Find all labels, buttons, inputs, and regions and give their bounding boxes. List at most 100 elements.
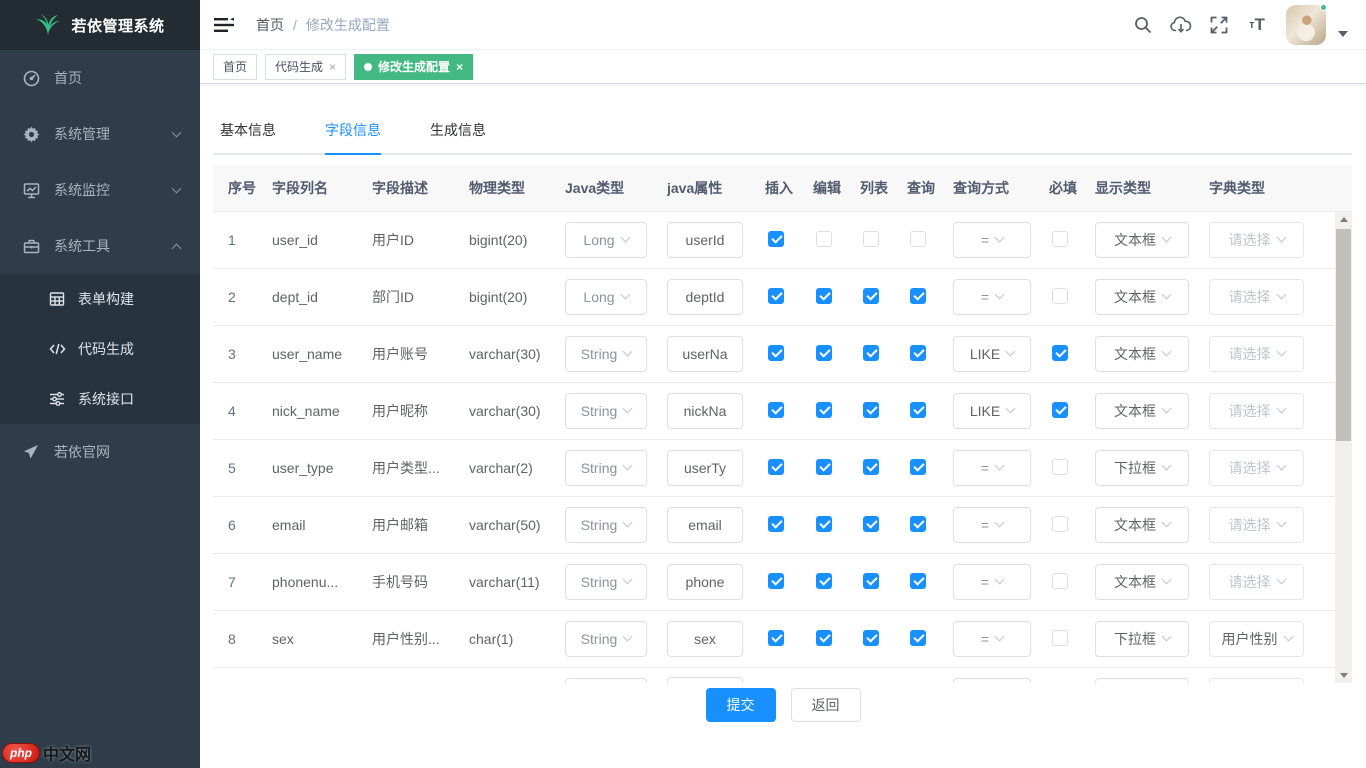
display-type-select[interactable]: 文本框	[1095, 564, 1189, 600]
display-type-select[interactable]	[1095, 678, 1189, 683]
query-type-select[interactable]: =	[953, 564, 1031, 600]
list-checkbox[interactable]	[863, 231, 879, 247]
query-checkbox[interactable]	[910, 630, 926, 646]
scrollbar-up-button[interactable]	[1335, 212, 1352, 227]
java-field-input[interactable]: deptId	[667, 279, 743, 315]
query-type-select[interactable]: =	[953, 279, 1031, 315]
font-size-icon[interactable]: тT	[1238, 0, 1276, 50]
insert-checkbox[interactable]	[768, 402, 784, 418]
cloud-download-icon[interactable]	[1162, 0, 1200, 50]
insert-checkbox[interactable]	[768, 630, 784, 646]
required-checkbox[interactable]	[1052, 630, 1068, 646]
query-type-select[interactable]: LIKE	[953, 336, 1031, 372]
query-type-select[interactable]: =	[953, 507, 1031, 543]
scrollbar-thumb[interactable]	[1336, 229, 1351, 441]
sidebar-item-home[interactable]: 首页	[0, 50, 200, 106]
sidebar-item-system-monitor[interactable]: 系统监控	[0, 162, 200, 218]
query-type-select[interactable]: =	[953, 450, 1031, 486]
display-type-select[interactable]: 文本框	[1095, 279, 1189, 315]
java-type-select[interactable]: String	[565, 393, 647, 429]
insert-checkbox[interactable]	[768, 573, 784, 589]
list-checkbox[interactable]	[863, 459, 879, 475]
insert-checkbox[interactable]	[768, 345, 784, 361]
insert-checkbox[interactable]	[768, 288, 784, 304]
java-field-input[interactable]: phone	[667, 564, 743, 600]
query-checkbox[interactable]	[910, 402, 926, 418]
dict-type-select[interactable]: 请选择	[1209, 393, 1304, 429]
tag-home[interactable]: 首页	[213, 54, 257, 80]
dict-type-select[interactable]: 请选择	[1209, 678, 1304, 683]
user-menu-caret-icon[interactable]	[1338, 31, 1348, 37]
insert-checkbox[interactable]	[768, 231, 784, 247]
sidebar-item-form-builder[interactable]: 表单构建	[0, 274, 200, 324]
query-type-select[interactable]: LIKE	[953, 393, 1031, 429]
breadcrumb-home[interactable]: 首页	[256, 15, 284, 35]
dict-type-select[interactable]: 请选择	[1209, 450, 1304, 486]
display-type-select[interactable]: 文本框	[1095, 507, 1189, 543]
edit-checkbox[interactable]	[816, 573, 832, 589]
query-type-select[interactable]	[953, 678, 1031, 683]
query-type-select[interactable]: =	[953, 222, 1031, 258]
dict-type-select[interactable]: 请选择	[1209, 222, 1304, 258]
scrollbar-down-button[interactable]	[1335, 668, 1352, 683]
query-checkbox[interactable]	[910, 288, 926, 304]
list-checkbox[interactable]	[863, 402, 879, 418]
submit-button[interactable]: 提交	[706, 688, 776, 722]
edit-checkbox[interactable]	[816, 459, 832, 475]
display-type-select[interactable]: 下拉框	[1095, 621, 1189, 657]
dict-type-select[interactable]: 请选择	[1209, 279, 1304, 315]
required-checkbox[interactable]	[1052, 345, 1068, 361]
user-avatar[interactable]	[1286, 5, 1326, 45]
tab-field-info[interactable]: 字段信息	[325, 110, 381, 155]
required-checkbox[interactable]	[1052, 231, 1068, 247]
java-type-select[interactable]: String	[565, 450, 647, 486]
tag-edit-gen-config[interactable]: 修改生成配置 ×	[354, 54, 473, 80]
list-checkbox[interactable]	[863, 288, 879, 304]
java-field-input[interactable]: userTy	[667, 450, 743, 486]
dict-type-select[interactable]: 请选择	[1209, 336, 1304, 372]
sidebar-toggle-button[interactable]	[200, 0, 248, 50]
display-type-select[interactable]: 文本框	[1095, 336, 1189, 372]
required-checkbox[interactable]	[1052, 459, 1068, 475]
edit-checkbox[interactable]	[816, 288, 832, 304]
edit-checkbox[interactable]	[816, 516, 832, 532]
java-field-input[interactable]	[667, 677, 743, 684]
edit-checkbox[interactable]	[816, 402, 832, 418]
vertical-scrollbar[interactable]	[1335, 212, 1352, 683]
java-type-select[interactable]: Long	[565, 279, 647, 315]
java-type-select[interactable]	[565, 678, 647, 683]
query-checkbox[interactable]	[910, 573, 926, 589]
java-field-input[interactable]: sex	[667, 621, 743, 657]
required-checkbox[interactable]	[1052, 573, 1068, 589]
fullscreen-icon[interactable]	[1200, 0, 1238, 50]
java-type-select[interactable]: Long	[565, 222, 647, 258]
query-type-select[interactable]: =	[953, 621, 1031, 657]
dict-type-select[interactable]: 请选择	[1209, 507, 1304, 543]
sidebar-item-official-site[interactable]: 若依官网	[0, 424, 200, 480]
query-checkbox[interactable]	[910, 459, 926, 475]
query-checkbox[interactable]	[910, 516, 926, 532]
display-type-select[interactable]: 文本框	[1095, 393, 1189, 429]
edit-checkbox[interactable]	[816, 231, 832, 247]
dict-type-select[interactable]: 用户性别	[1209, 621, 1304, 657]
close-icon[interactable]: ×	[329, 61, 336, 73]
query-checkbox[interactable]	[910, 345, 926, 361]
edit-checkbox[interactable]	[816, 345, 832, 361]
sidebar-item-code-generator[interactable]: 代码生成	[0, 324, 200, 374]
edit-checkbox[interactable]	[816, 630, 832, 646]
sidebar-item-system-api[interactable]: 系统接口	[0, 374, 200, 424]
list-checkbox[interactable]	[863, 630, 879, 646]
java-type-select[interactable]: String	[565, 564, 647, 600]
close-icon[interactable]: ×	[456, 61, 463, 73]
list-checkbox[interactable]	[863, 573, 879, 589]
tab-basic-info[interactable]: 基本信息	[220, 110, 276, 153]
display-type-select[interactable]: 文本框	[1095, 222, 1189, 258]
java-field-input[interactable]: userId	[667, 222, 743, 258]
insert-checkbox[interactable]	[768, 516, 784, 532]
display-type-select[interactable]: 下拉框	[1095, 450, 1189, 486]
dict-type-select[interactable]: 请选择	[1209, 564, 1304, 600]
java-type-select[interactable]: String	[565, 336, 647, 372]
insert-checkbox[interactable]	[768, 459, 784, 475]
required-checkbox[interactable]	[1052, 288, 1068, 304]
tag-code-generator[interactable]: 代码生成 ×	[265, 54, 346, 80]
